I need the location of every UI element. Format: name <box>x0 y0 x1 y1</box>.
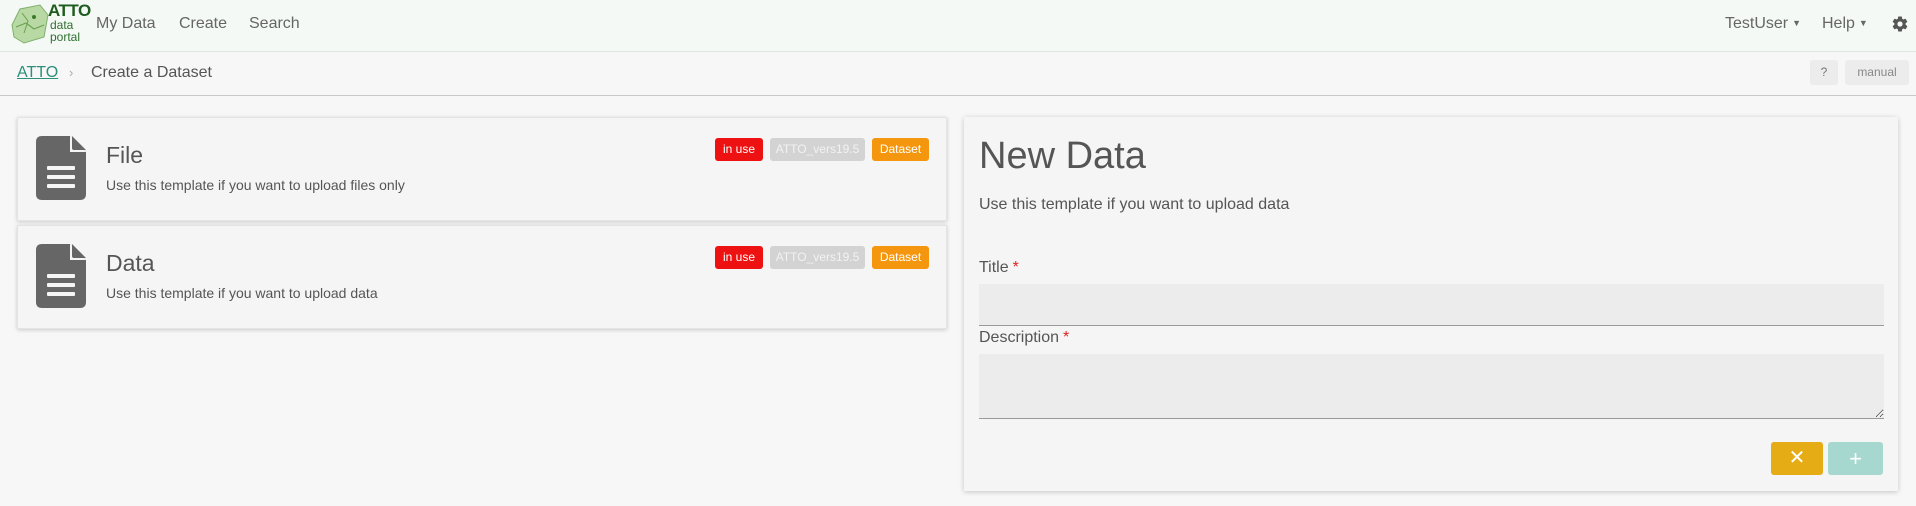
description-field[interactable] <box>979 354 1884 419</box>
top-navbar: ATTO data portal My Data Create Search T… <box>0 0 1916 52</box>
template-card-data[interactable]: Data Use this template if you want to up… <box>17 225 947 329</box>
atto-logo[interactable]: ATTO data portal <box>10 1 91 47</box>
help-menu[interactable]: Help ▼ <box>1822 15 1868 33</box>
gear-icon[interactable] <box>1891 15 1909 33</box>
template-card-file[interactable]: File Use this template if you want to up… <box>17 117 947 221</box>
title-label-text: Title <box>979 259 1009 276</box>
plus-icon: + <box>1849 446 1862 471</box>
required-marker: * <box>1012 259 1019 276</box>
type-badge: Dataset <box>872 246 929 269</box>
title-field-label: Title * <box>979 259 1019 277</box>
template-description: Use this template if you want to upload … <box>106 177 405 193</box>
template-description: Use this template if you want to upload … <box>106 285 378 301</box>
breadcrumb-current: Create a Dataset <box>91 64 212 81</box>
status-badge: in use <box>715 138 763 161</box>
type-badge: Dataset <box>872 138 929 161</box>
version-badge: ATTO_vers19.5 <box>770 246 865 269</box>
manual-button[interactable]: manual <box>1845 60 1909 85</box>
caret-down-icon: ▼ <box>1792 18 1802 28</box>
title-field[interactable] <box>979 284 1884 326</box>
nav-my-data[interactable]: My Data <box>96 15 156 33</box>
template-title: Data <box>106 250 155 276</box>
cancel-button[interactable]: ✕ <box>1771 442 1823 475</box>
status-badge: in use <box>715 246 763 269</box>
user-menu-label: TestUser <box>1725 15 1789 32</box>
description-field-label: Description * <box>979 329 1069 347</box>
template-title: File <box>106 142 144 168</box>
form-description: Use this template if you want to upload … <box>979 196 1290 213</box>
document-icon <box>36 136 86 200</box>
new-data-form: New Data Use this template if you want t… <box>964 117 1898 491</box>
logo-subtitle: data portal <box>50 19 90 43</box>
caret-down-icon: ▼ <box>1858 18 1868 28</box>
user-menu[interactable]: TestUser ▼ <box>1725 15 1801 33</box>
description-label-text: Description <box>979 329 1060 346</box>
breadcrumb-separator-icon: › <box>69 65 74 80</box>
breadcrumb-root-link[interactable]: ATTO <box>17 64 58 82</box>
close-icon: ✕ <box>1788 447 1806 469</box>
required-marker: * <box>1063 329 1070 346</box>
add-button[interactable]: + <box>1828 442 1883 475</box>
breadcrumb: ATTO › Create a Dataset ? manual <box>0 52 1916 96</box>
form-title: New Data <box>979 135 1146 177</box>
nav-create[interactable]: Create <box>179 15 227 33</box>
logo-subtitle-line2: portal <box>50 30 81 44</box>
nav-search[interactable]: Search <box>249 15 300 33</box>
version-badge: ATTO_vers19.5 <box>770 138 865 161</box>
logo-map-icon <box>11 4 49 44</box>
help-button[interactable]: ? <box>1810 60 1838 85</box>
document-icon <box>36 244 86 308</box>
help-menu-label: Help <box>1822 15 1855 32</box>
